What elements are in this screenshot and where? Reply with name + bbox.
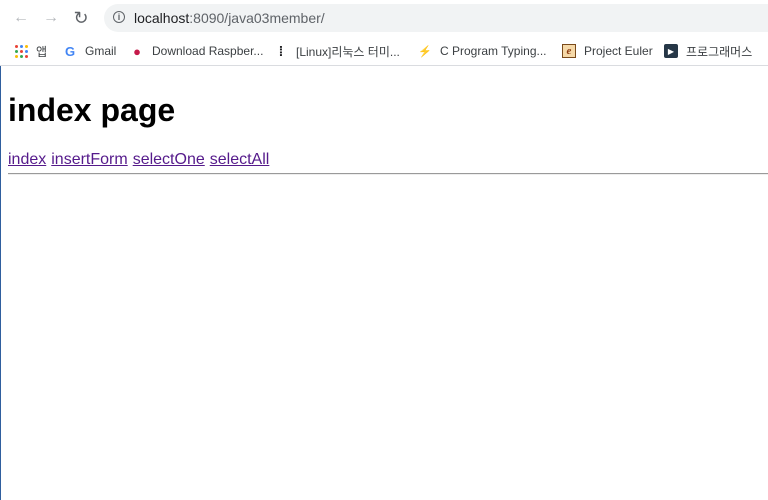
euler-icon: e	[562, 44, 576, 58]
apps-grid-icon	[14, 44, 28, 58]
address-bar[interactable]: i localhost:8090/java03member/	[104, 4, 768, 32]
programmers-icon: ▶	[664, 44, 678, 58]
link-select-one[interactable]: selectOne	[133, 151, 205, 168]
back-button[interactable]: ←	[9, 6, 33, 30]
info-icon[interactable]: i	[113, 11, 125, 23]
dots-icon: ⁞	[278, 43, 284, 59]
bookmark-c-typing[interactable]: ⚡ C Program Typing...	[418, 41, 547, 61]
bookmark-linux[interactable]: ⁞ [Linux]리눅스 터미...	[274, 41, 400, 61]
bookmark-label: C Program Typing...	[440, 44, 547, 58]
forward-button[interactable]: →	[39, 6, 63, 30]
google-g-icon: G	[64, 43, 76, 59]
browser-toolbar: ← → ↻ i localhost:8090/java03member/	[0, 0, 768, 36]
url-host: localhost	[134, 10, 190, 26]
bookmark-label: Download Raspber...	[152, 44, 264, 58]
bookmarks-bar: 앱 G Gmail ● Download Raspber... ⁞ [Linux…	[0, 36, 768, 66]
lightning-icon: ⚡	[418, 45, 432, 58]
reload-button[interactable]: ↻	[69, 6, 93, 30]
bookmark-raspberry[interactable]: ● Download Raspber...	[130, 41, 263, 61]
raspberry-icon: ●	[133, 43, 141, 59]
link-insert-form[interactable]: insertForm	[51, 151, 127, 168]
bookmark-label: 앱	[36, 44, 48, 59]
forward-arrow-icon: →	[43, 9, 59, 26]
nav-links: index insertForm selectOne selectAll	[8, 151, 768, 169]
bookmark-label: 프로그래머스	[686, 44, 753, 59]
bookmark-programmers[interactable]: ▶ 프로그래머스	[664, 41, 752, 61]
bookmark-label: Gmail	[85, 44, 117, 58]
bookmark-label: [Linux]리눅스 터미...	[296, 44, 400, 59]
horizontal-rule	[8, 173, 768, 175]
bookmark-project-euler[interactable]: e Project Euler	[562, 41, 653, 61]
page-title: index page	[8, 92, 176, 128]
link-index[interactable]: index	[8, 151, 46, 168]
bookmark-label: Project Euler	[584, 44, 653, 58]
back-arrow-icon: ←	[13, 9, 29, 26]
link-select-all[interactable]: selectAll	[210, 151, 270, 168]
bookmark-gmail[interactable]: G Gmail	[63, 41, 116, 61]
reload-icon: ↻	[73, 7, 89, 28]
bookmark-apps[interactable]: 앱	[14, 41, 47, 61]
url-text: localhost:8090/java03member/	[134, 10, 325, 26]
url-path: :8090/java03member/	[189, 10, 325, 26]
page-content: index page index insertForm selectOne selec…	[8, 66, 768, 169]
window-edge	[0, 0, 1, 500]
